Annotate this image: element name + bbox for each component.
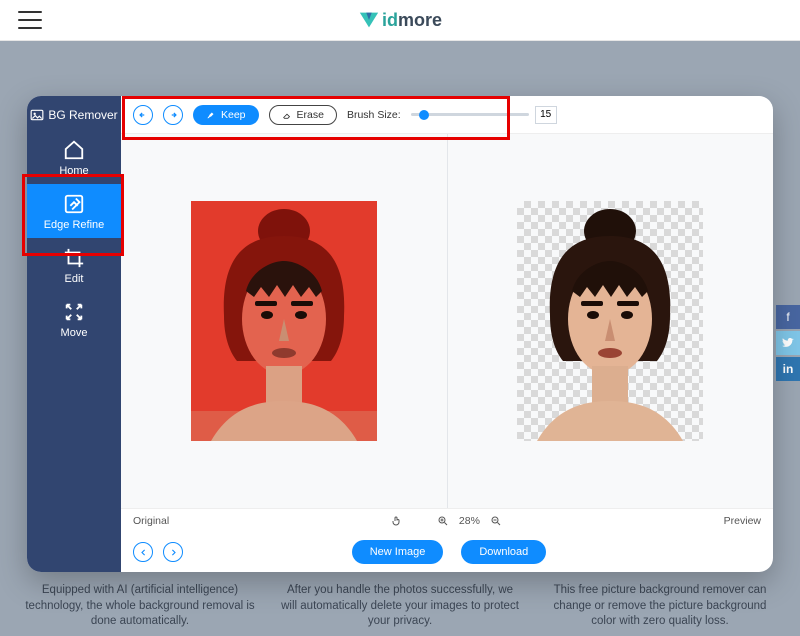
sidebar: BG Remover Home Edge Refine Edit bbox=[27, 96, 121, 572]
prev-image-button[interactable] bbox=[133, 542, 153, 562]
original-label: Original bbox=[133, 515, 169, 527]
crop-icon bbox=[63, 247, 85, 269]
preview-pane[interactable] bbox=[448, 134, 774, 508]
sidebar-item-label: Edge Refine bbox=[44, 219, 105, 231]
original-pane[interactable] bbox=[121, 134, 447, 508]
sidebar-item-home[interactable]: Home bbox=[27, 130, 121, 184]
sidebar-item-edit[interactable]: Edit bbox=[27, 238, 121, 292]
chevron-right-icon bbox=[169, 548, 178, 557]
social-rail: f in bbox=[776, 305, 800, 383]
chevron-left-icon bbox=[139, 548, 148, 557]
brand-logo[interactable]: idmore bbox=[358, 9, 442, 31]
sidebar-item-move[interactable]: Move bbox=[27, 292, 121, 346]
redo-button[interactable] bbox=[163, 105, 183, 125]
move-icon bbox=[63, 301, 85, 323]
keep-button[interactable]: Keep bbox=[193, 105, 259, 125]
new-image-button[interactable]: New Image bbox=[352, 540, 444, 564]
twitter-icon bbox=[782, 337, 794, 349]
brush-size-value[interactable]: 15 bbox=[535, 106, 557, 124]
preview-image bbox=[517, 201, 703, 441]
app-title-label: BG Remover bbox=[48, 108, 117, 122]
main-area: Keep Erase Brush Size: 15 bbox=[121, 96, 773, 572]
eraser-icon bbox=[282, 110, 292, 120]
brush-size-label: Brush Size: bbox=[347, 109, 401, 121]
erase-button[interactable]: Erase bbox=[269, 105, 337, 125]
share-twitter-button[interactable] bbox=[776, 331, 800, 355]
site-header: idmore bbox=[0, 0, 800, 41]
app-title: BG Remover bbox=[30, 102, 117, 130]
footer-actions: New Image Download bbox=[121, 532, 773, 572]
bg-remover-editor: BG Remover Home Edge Refine Edit bbox=[27, 96, 773, 572]
erase-label: Erase bbox=[297, 109, 324, 121]
next-image-button[interactable] bbox=[163, 542, 183, 562]
original-image bbox=[191, 201, 377, 441]
brush-size-control: 15 bbox=[411, 106, 557, 124]
feature-text-2: After you handle the photos successfully… bbox=[280, 583, 520, 630]
toolbar: Keep Erase Brush Size: 15 bbox=[121, 96, 773, 134]
picture-icon bbox=[30, 108, 44, 122]
sidebar-item-label: Edit bbox=[65, 273, 84, 285]
logo-icon bbox=[358, 9, 380, 31]
download-button[interactable]: Download bbox=[461, 540, 546, 564]
share-facebook-button[interactable]: f bbox=[776, 305, 800, 329]
zoom-in-icon[interactable] bbox=[437, 515, 449, 527]
feature-text-3: This free picture background remover can… bbox=[540, 583, 780, 630]
menu-button[interactable] bbox=[18, 11, 42, 29]
undo-button[interactable] bbox=[133, 105, 153, 125]
slider-thumb[interactable] bbox=[419, 110, 429, 120]
redo-icon bbox=[168, 110, 178, 120]
brush-icon bbox=[206, 110, 216, 120]
status-bar: Original 28% Preview bbox=[121, 508, 773, 532]
preview-label: Preview bbox=[724, 515, 761, 527]
brush-size-slider[interactable] bbox=[411, 113, 529, 116]
undo-icon bbox=[138, 110, 148, 120]
feature-columns: Equipped with AI (artificial intelligenc… bbox=[0, 583, 800, 630]
sidebar-item-label: Move bbox=[61, 327, 88, 339]
workspace bbox=[121, 134, 773, 508]
sidebar-item-label: Home bbox=[59, 165, 88, 177]
brand-text: idmore bbox=[382, 10, 442, 31]
sidebar-item-edge-refine[interactable]: Edge Refine bbox=[27, 184, 121, 238]
feature-text-1: Equipped with AI (artificial intelligenc… bbox=[20, 583, 260, 630]
keep-label: Keep bbox=[221, 109, 246, 121]
edge-refine-icon bbox=[63, 193, 85, 215]
home-icon bbox=[63, 139, 85, 161]
hand-icon[interactable] bbox=[391, 515, 403, 527]
share-linkedin-button[interactable]: in bbox=[776, 357, 800, 381]
zoom-out-icon[interactable] bbox=[490, 515, 502, 527]
zoom-value: 28% bbox=[459, 515, 480, 527]
